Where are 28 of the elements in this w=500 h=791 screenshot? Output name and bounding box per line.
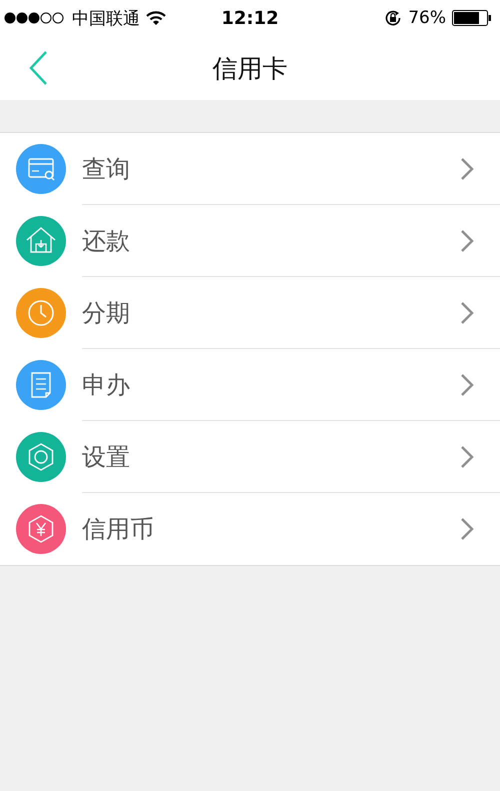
menu-label: 设置	[82, 442, 130, 472]
menu-item[interactable]: 查询	[0, 133, 500, 205]
rotation-lock-icon	[384, 9, 402, 27]
menu-label: 申办	[82, 370, 130, 400]
chevron-right-icon	[460, 517, 474, 541]
status-time: 12:12	[220, 8, 280, 28]
chevron-left-icon	[28, 50, 48, 86]
menu-item[interactable]: 还款	[0, 205, 500, 277]
menu-label: 分期	[82, 298, 130, 328]
chevron-right-icon	[460, 372, 474, 396]
menu-item[interactable]: 设置	[0, 421, 500, 493]
menu-item[interactable]: 申办	[0, 349, 500, 421]
page-title: 信用卡	[212, 52, 288, 84]
back-button[interactable]	[28, 50, 48, 86]
carrier-name: 中国联通	[72, 8, 140, 30]
chevron-right-icon	[460, 444, 474, 468]
battery-percent: 76%	[408, 8, 446, 28]
battery-icon	[452, 10, 492, 26]
menu-label: 信用币	[82, 514, 154, 545]
chevron-right-icon	[460, 156, 474, 180]
menu-item[interactable]: 分期	[0, 277, 500, 349]
menu-label: 还款	[82, 226, 130, 256]
signal-icon	[4, 12, 66, 24]
chevron-right-icon	[460, 228, 474, 252]
chevron-right-icon	[460, 300, 474, 324]
wifi-icon	[146, 10, 166, 26]
menu-item[interactable]: 信用币	[0, 493, 500, 565]
menu-label: 查询	[82, 154, 130, 184]
